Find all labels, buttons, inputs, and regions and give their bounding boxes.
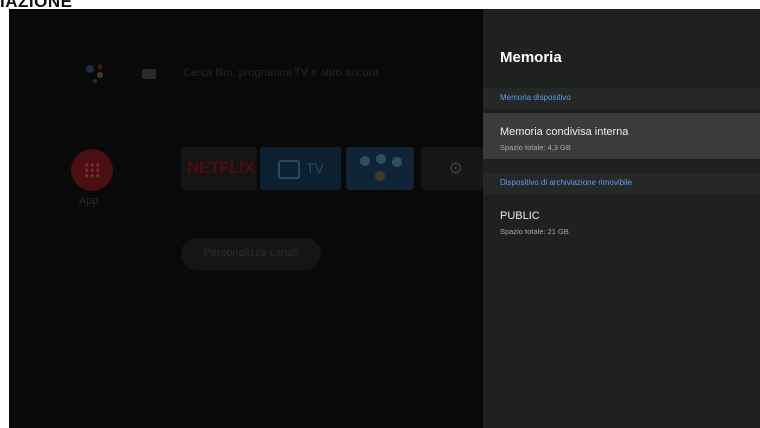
- keyboard-icon[interactable]: [142, 69, 156, 79]
- launcher-background: Cerca film, programmi TV e altro ancora …: [9, 9, 483, 428]
- tv-screen: Cerca film, programmi TV e altro ancora …: [9, 9, 760, 428]
- apps-label: App: [79, 195, 99, 207]
- section-header-label: Memoria dispositivo: [500, 93, 571, 102]
- storage-settings-panel: Memoria Memoria dispositivo Memoria cond…: [483, 9, 760, 428]
- item-subtitle: Spazio totale: 4,3 GB: [500, 143, 571, 152]
- list-item-public-storage[interactable]: PUBLIC Spazio totale: 21 GB: [483, 199, 760, 245]
- customize-channels-label: Personalizza canali: [203, 247, 299, 259]
- section-header-device-storage: Memoria dispositivo: [483, 88, 760, 109]
- panel-title: Memoria: [500, 49, 562, 66]
- customize-channels-button[interactable]: Personalizza canali: [181, 238, 321, 270]
- game-icon: [392, 157, 402, 167]
- item-label: Memoria condivisa interna: [500, 126, 629, 138]
- tv-tile[interactable]: TV: [260, 147, 341, 190]
- item-label: PUBLIC: [500, 210, 540, 222]
- section-header-label: Dispositivo di archiviazione rimovibile: [500, 178, 633, 187]
- netflix-logo: NETFLIX: [187, 158, 255, 177]
- tv-icon: [278, 160, 300, 179]
- game-icon: [376, 154, 386, 164]
- google-assistant-icon[interactable]: [83, 61, 107, 85]
- section-header-removable-storage: Dispositivo di archiviazione rimovibile: [483, 173, 760, 194]
- apps-button[interactable]: [71, 149, 113, 191]
- settings-tile[interactable]: ⚙: [421, 147, 483, 190]
- apps-grid-icon: [84, 162, 100, 178]
- settings-gear-icon: ⚙: [448, 159, 464, 178]
- tv-label: TV: [306, 160, 324, 176]
- list-item-internal-shared-storage[interactable]: Memoria condivisa interna Spazio totale:…: [483, 113, 760, 159]
- netflix-tile[interactable]: NETFLIX: [181, 147, 257, 190]
- item-subtitle: Spazio totale: 21 GB: [500, 227, 569, 236]
- search-input[interactable]: Cerca film, programmi TV e altro ancora: [183, 67, 378, 79]
- play-games-icon: [375, 171, 385, 181]
- game-icon: [360, 156, 370, 166]
- games-tile[interactable]: [346, 147, 414, 190]
